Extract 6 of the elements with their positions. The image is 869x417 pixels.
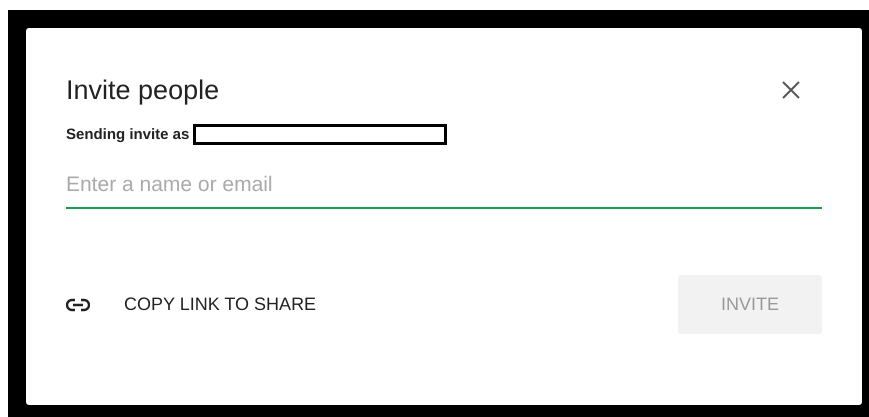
close-icon[interactable] <box>780 79 802 101</box>
sender-label: Sending invite as <box>66 126 190 143</box>
copy-link-button[interactable]: COPY LINK TO SHARE <box>66 294 316 315</box>
copy-link-label: COPY LINK TO SHARE <box>124 294 316 315</box>
dialog-title: Invite people <box>66 74 220 106</box>
link-icon <box>66 298 90 312</box>
